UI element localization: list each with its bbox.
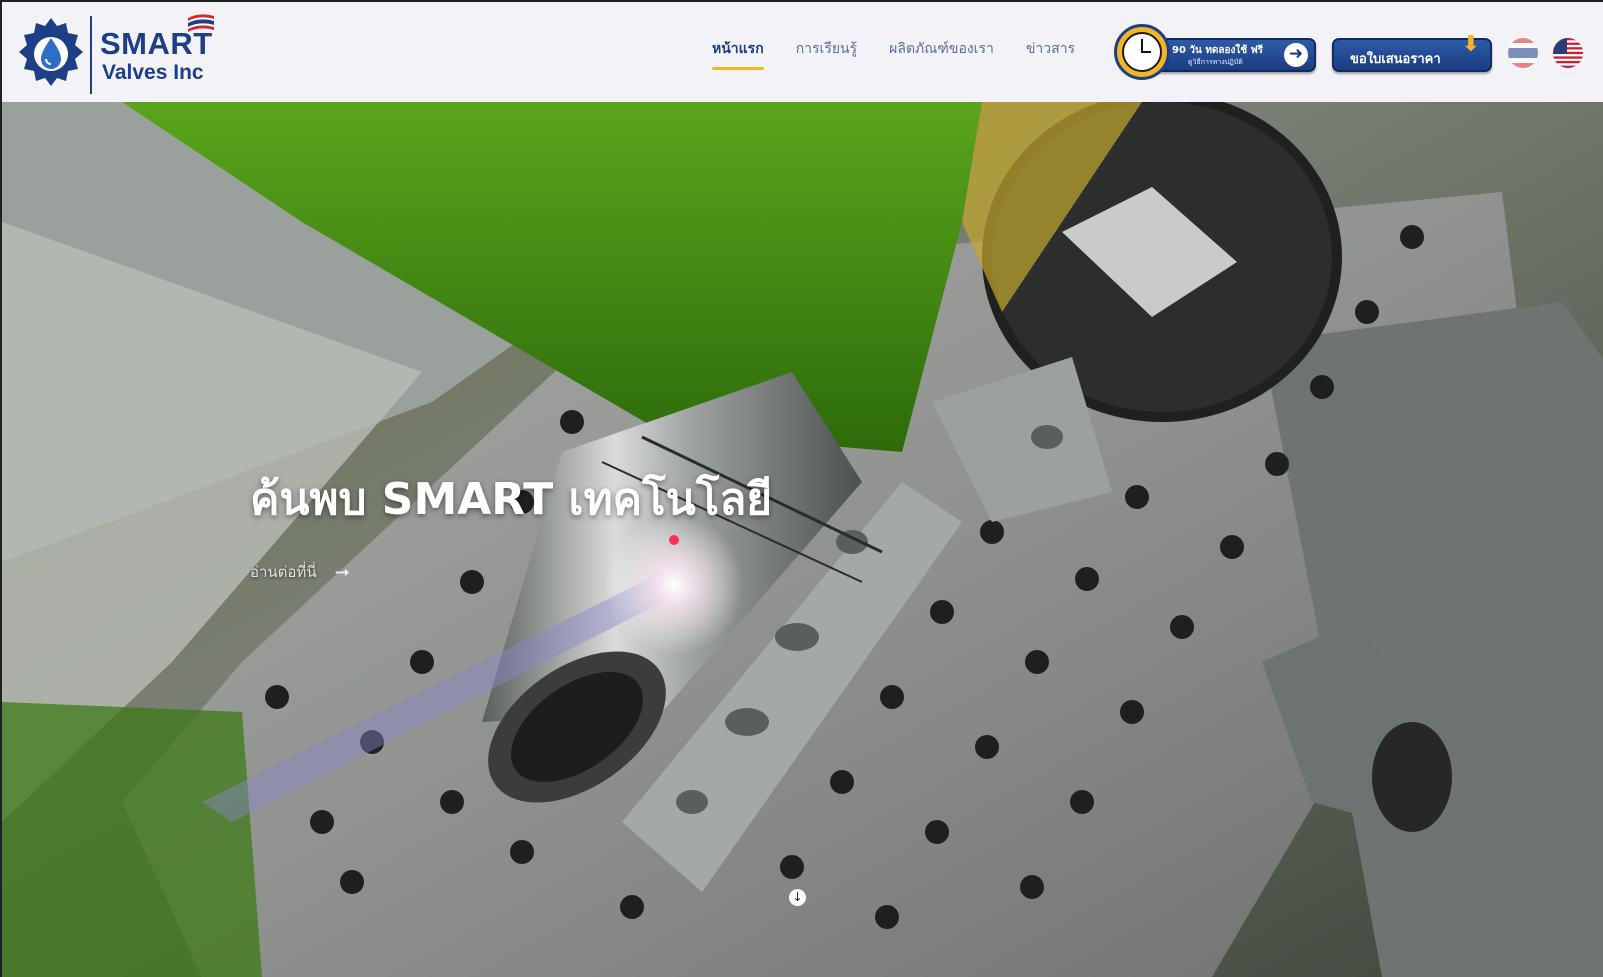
thai-flag-icon bbox=[1508, 38, 1538, 68]
free-trial-subtitle: ดูวิธีการทางปฏิบัติ bbox=[1188, 58, 1243, 66]
main-nav: หน้าแรก การเรียนรู้ ผลิตภัณฑ์ของเรา ข่าว… bbox=[696, 38, 1091, 70]
free-trial-title: 90 วัน ทดลองใช้ ฟรี bbox=[1172, 45, 1264, 56]
arrow-right-icon: ➞ bbox=[334, 561, 350, 583]
thai-flag-ribbon-icon bbox=[188, 14, 214, 32]
us-flag-icon bbox=[1553, 38, 1583, 68]
arrow-right-icon: ➜ bbox=[1284, 43, 1308, 67]
logo-divider bbox=[90, 16, 92, 94]
read-more-label: อ่านต่อที่นี่ bbox=[250, 563, 317, 581]
request-quote-label: ขอใบเสนอราคา bbox=[1350, 52, 1441, 67]
hero-title: ค้นพบ SMART เทคโนโลยี bbox=[250, 474, 773, 525]
laser-engraving-photo bbox=[2, 102, 1603, 977]
brand-logo[interactable]: SMART Valves Inc bbox=[16, 12, 226, 98]
scroll-down-icon[interactable]: ↓ bbox=[789, 889, 806, 906]
site-header: SMART Valves Inc หน้าแรก การเรียนรู้ ผลิ… bbox=[0, 0, 1603, 102]
nav-item-learning[interactable]: การเรียนรู้ bbox=[780, 38, 873, 70]
request-quote-button[interactable]: ขอใบเสนอราคา ⬇ bbox=[1332, 32, 1492, 72]
nav-item-home[interactable]: หน้าแรก bbox=[696, 38, 780, 70]
nav-item-products[interactable]: ผลิตภัณฑ์ของเรา bbox=[873, 38, 1010, 70]
free-trial-button[interactable]: 90 วัน ทดลองใช้ ฟรี ดูวิธีการทางปฏิบัติ … bbox=[1114, 24, 1316, 80]
read-more-link[interactable]: อ่านต่อที่นี่ ➞ bbox=[250, 560, 350, 584]
language-english-button[interactable] bbox=[1553, 38, 1583, 68]
logo-name-line1: SMART bbox=[100, 26, 213, 61]
language-thai-button[interactable] bbox=[1508, 38, 1538, 68]
logo-name-line2: Valves Inc bbox=[102, 61, 204, 84]
nav-item-news[interactable]: ข่าวสาร bbox=[1010, 38, 1091, 70]
arrow-down-icon: ⬇ bbox=[1461, 32, 1480, 57]
hero-section: ค้นพบ SMART เทคโนโลยี อ่านต่อที่นี่ ➞ ↓ bbox=[0, 102, 1603, 977]
gear-droplet-icon bbox=[19, 18, 83, 86]
clock-icon bbox=[1114, 24, 1170, 80]
